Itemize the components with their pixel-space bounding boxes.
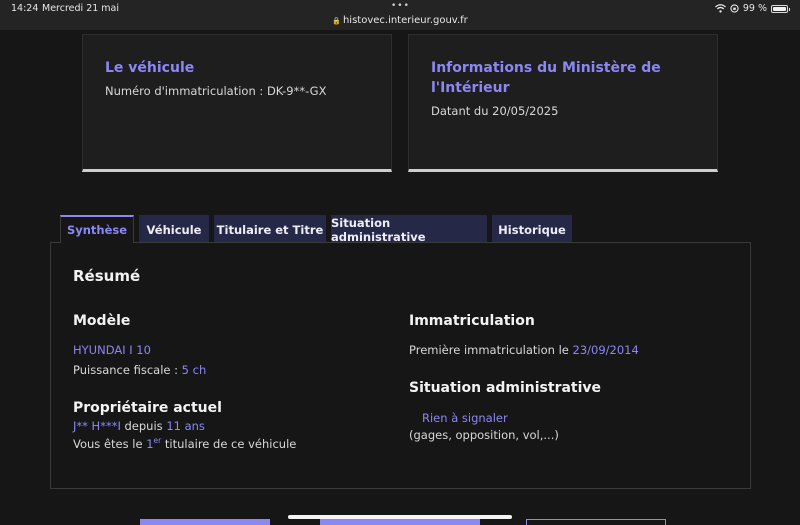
battery-percent: 99 % [742, 3, 767, 14]
status-date: Mercredi 21 mai [42, 3, 120, 14]
holder-suffix: titulaire de ce véhicule [161, 436, 297, 451]
first-registration-label: Première immatriculation le [409, 343, 573, 357]
bottom-button-2[interactable] [320, 519, 480, 525]
address-bar[interactable]: 🔒 histovec.interieur.gouv.fr [0, 15, 800, 26]
holder-rank-value: 1er [146, 436, 161, 451]
first-registration: Première immatriculation le 23/09/2014 [409, 343, 639, 357]
status-time: 14:24 [11, 3, 39, 14]
summary-panel: Résumé Modèle HYUNDAI I 10 Puissance fis… [50, 242, 751, 489]
ministry-date: Datant du 20/05/2025 [431, 104, 559, 118]
battery-icon [771, 4, 790, 13]
fiscal-power-label: Puissance fiscale : [73, 363, 182, 377]
lock-icon: 🔒 [332, 17, 341, 25]
registration-title: Immatriculation [409, 313, 535, 329]
status-indicators: 99 % [714, 3, 790, 14]
fiscal-power-value: 5 ch [181, 363, 207, 377]
ministry-card: Informations du Ministère de l'Intérieur… [408, 34, 718, 172]
fiscal-power: Puissance fiscale : 5 ch [73, 363, 206, 377]
tab-titulaire-et-titre[interactable]: Titulaire et Titre [214, 215, 326, 242]
owner-since: J** H***I depuis 11 ans [73, 419, 205, 433]
vehicle-card: Le véhicule Numéro d'immatriculation : D… [82, 34, 392, 172]
tab-vehicule[interactable]: Véhicule [139, 215, 209, 242]
owner-since-label: depuis [120, 419, 167, 433]
url-text: histovec.interieur.gouv.fr [342, 15, 468, 26]
tab-historique[interactable]: Historique [492, 215, 572, 242]
holder-prefix: Vous êtes le [73, 436, 147, 451]
admin-situation-title: Situation administrative [409, 380, 602, 396]
more-dots-icon[interactable]: ••• [391, 1, 410, 11]
bottom-button-1[interactable] [140, 519, 270, 525]
owner-since-value: 11 ans [166, 419, 205, 433]
orientation-lock-icon [730, 4, 739, 13]
model-name[interactable]: HYUNDAI I 10 [73, 343, 151, 357]
tab-synthese[interactable]: Synthèse [60, 215, 134, 243]
first-registration-date: 23/09/2014 [572, 343, 639, 357]
owner-title: Propriétaire actuel [73, 400, 222, 416]
owner-name: J** H***I [73, 419, 121, 433]
home-indicator[interactable] [288, 515, 512, 519]
model-title: Modèle [73, 313, 131, 329]
holder-rank: Vous êtes le 1er titulaire de ce véhicul… [73, 436, 296, 451]
ministry-card-title[interactable]: Informations du Ministère de l'Intérieur [431, 58, 697, 98]
summary-heading: Résumé [73, 267, 141, 285]
tab-situation-administrative[interactable]: Situation administrative [331, 215, 487, 244]
admin-status[interactable]: Rien à signaler [422, 411, 508, 425]
registration-number: Numéro d'immatriculation : DK-9**-GX [105, 84, 327, 98]
status-bar: 14:24 Mercredi 21 mai ••• 🔒 histovec.inte… [0, 0, 800, 30]
holder-rank-number: 1 [146, 436, 154, 451]
vehicle-card-title[interactable]: Le véhicule [105, 58, 371, 78]
admin-details: (gages, opposition, vol,...) [409, 428, 559, 442]
wifi-icon [714, 4, 726, 13]
bottom-button-3[interactable] [526, 519, 666, 525]
